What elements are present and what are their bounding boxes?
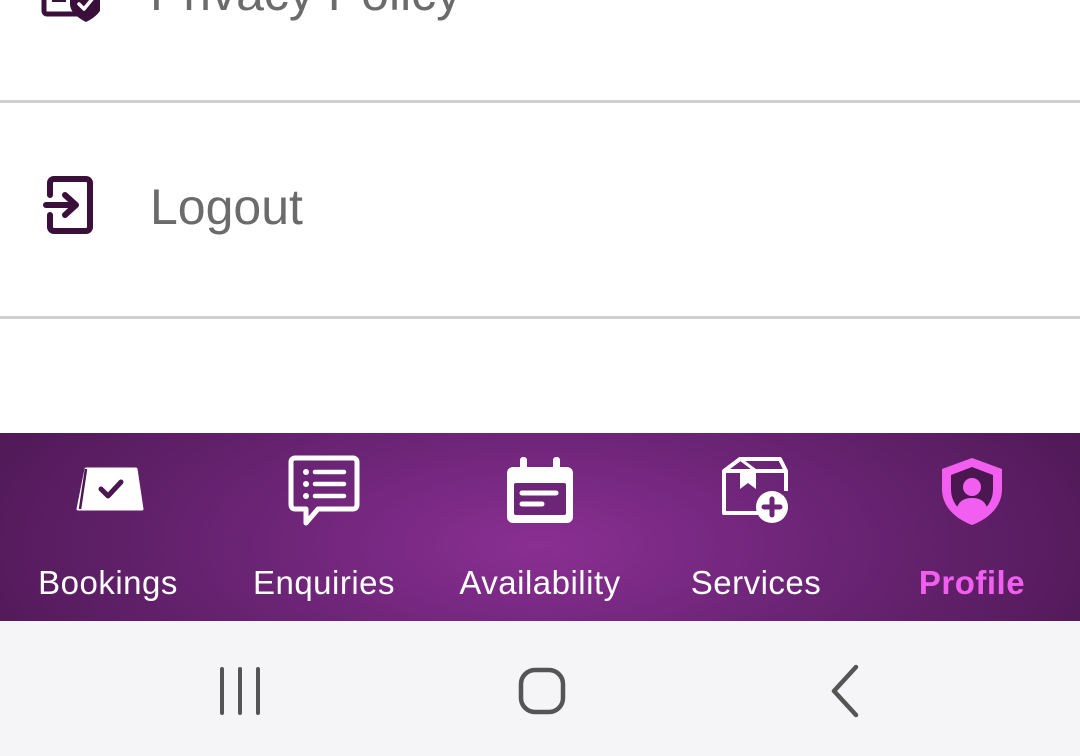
tab-services[interactable]: Services <box>648 433 864 621</box>
calendar-icon <box>507 457 573 523</box>
chat-list-icon <box>288 455 360 526</box>
tab-label: Profile <box>918 564 1026 601</box>
tab-profile[interactable]: Profile <box>864 433 1080 621</box>
home-icon[interactable] <box>512 661 572 721</box>
menu-item-label: Privacy Policy <box>150 0 461 18</box>
box-add-icon <box>722 457 788 523</box>
tab-availability[interactable]: Availability <box>432 433 648 621</box>
back-icon[interactable] <box>816 661 876 721</box>
menu-item-label: Logout <box>150 179 303 235</box>
menu-item-logout[interactable]: Logout <box>0 103 1080 316</box>
system-navigation-bar <box>0 621 1080 756</box>
user-shield-icon <box>942 458 1002 525</box>
tab-bookings[interactable]: Bookings <box>0 433 216 621</box>
privacy-shield-document-icon <box>41 0 100 22</box>
bottom-navigation-bar: Bookings Enquiries Availability Services… <box>0 433 1080 621</box>
tab-label: Services <box>690 564 822 601</box>
menu-item-privacy-policy[interactable]: Privacy Policy <box>0 0 1080 100</box>
tab-enquiries[interactable]: Enquiries <box>216 433 432 621</box>
tab-label: Enquiries <box>252 564 396 601</box>
logout-icon <box>43 176 93 234</box>
bookings-icon <box>76 467 144 511</box>
recent-apps-icon[interactable] <box>210 661 270 721</box>
tab-label: Availability <box>459 564 621 601</box>
tab-label: Bookings <box>38 564 178 601</box>
divider <box>0 316 1080 319</box>
